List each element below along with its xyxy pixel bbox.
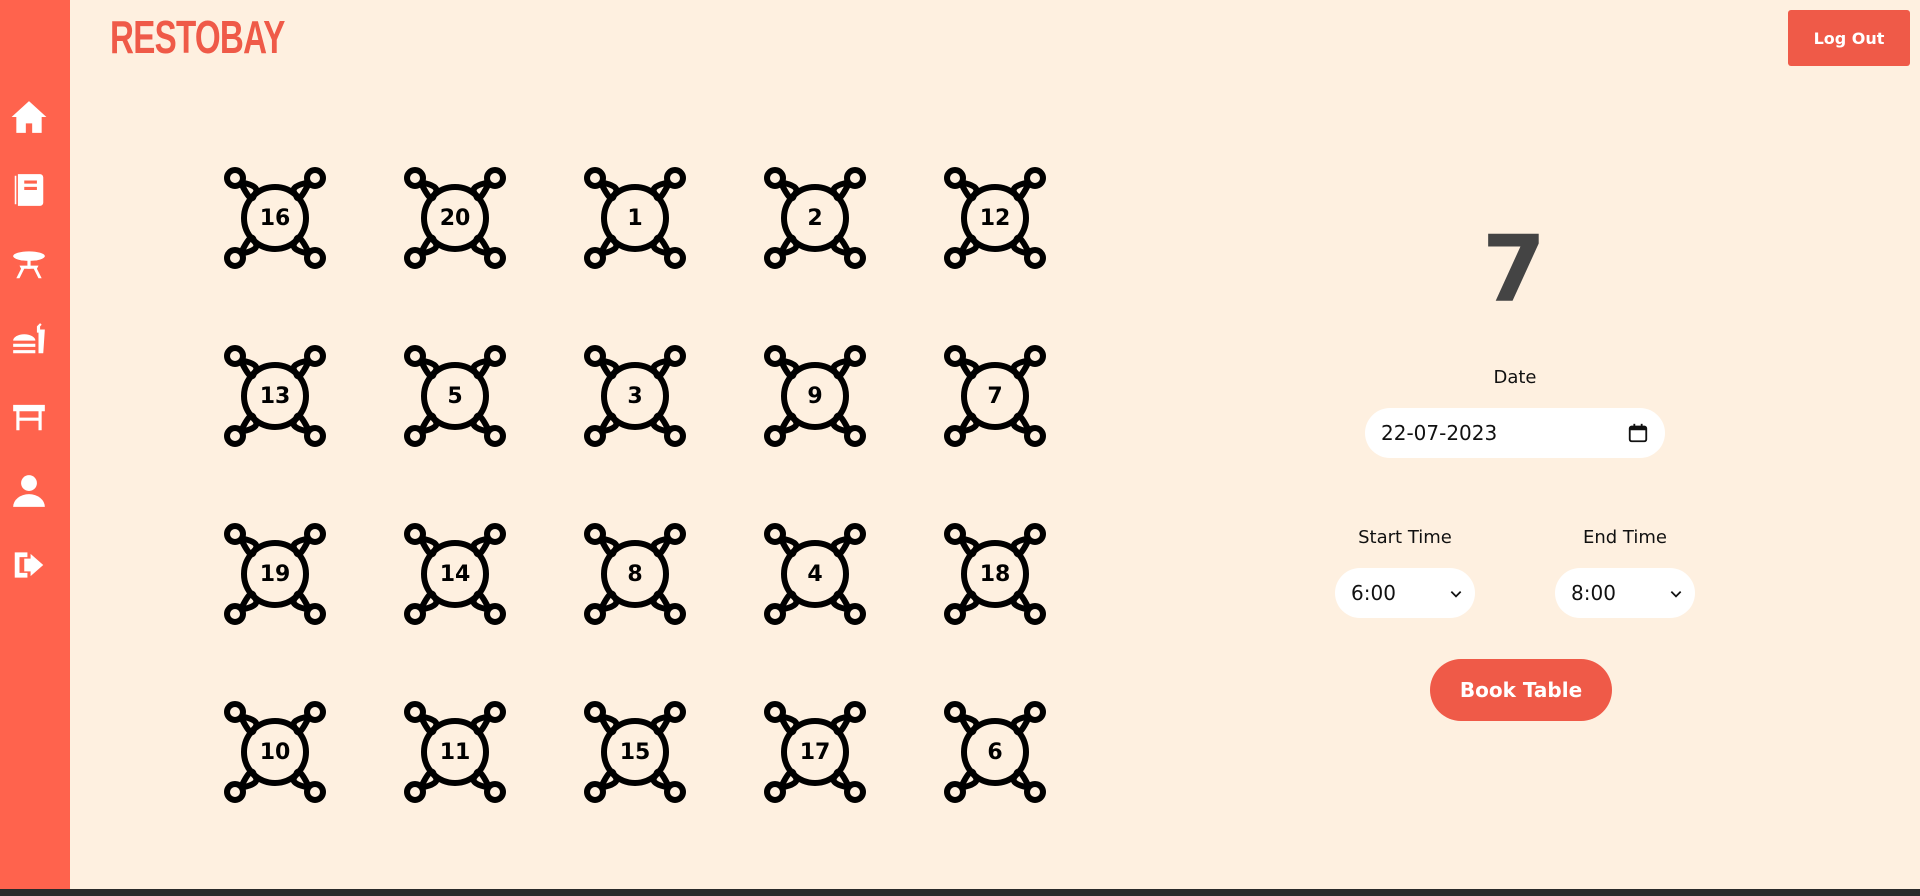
table-number: 14	[439, 561, 471, 587]
table-item[interactable]: 3	[582, 343, 688, 449]
table-item[interactable]: 13	[222, 343, 328, 449]
table-item[interactable]: 6	[942, 699, 1048, 805]
table-item[interactable]: 1	[582, 165, 688, 271]
menu-book-icon[interactable]	[10, 171, 48, 209]
start-time-label: Start Time	[1358, 527, 1452, 548]
table-item[interactable]: 14	[402, 521, 508, 627]
table-number: 3	[627, 383, 643, 409]
table-number: 5	[447, 383, 463, 409]
date-input[interactable]: 22-07-2023	[1365, 408, 1665, 458]
table-number: 11	[439, 739, 471, 765]
table-number: 15	[619, 739, 651, 765]
table-item[interactable]: 18	[942, 521, 1048, 627]
sign-out-icon[interactable]	[10, 546, 48, 584]
calendar-icon[interactable]	[1627, 422, 1649, 444]
chevron-down-icon	[1670, 591, 1682, 598]
table-item[interactable]: 7	[942, 343, 1048, 449]
start-time-value: 6:00	[1351, 581, 1396, 605]
table-item[interactable]: 20	[402, 165, 508, 271]
end-time-select[interactable]: 8:00	[1555, 568, 1695, 618]
table-number: 4	[807, 561, 823, 587]
table-number: 19	[259, 561, 291, 587]
table-number: 17	[799, 739, 831, 765]
bottom-bar	[0, 889, 1920, 896]
table-item[interactable]: 12	[942, 165, 1048, 271]
brand-logo[interactable]: RESTOBAY	[110, 10, 285, 64]
table-item[interactable]: 9	[762, 343, 868, 449]
date-label: Date	[1493, 367, 1537, 388]
user-icon[interactable]	[10, 472, 48, 510]
table-item[interactable]: 4	[762, 521, 868, 627]
table-number: 6	[987, 739, 1003, 765]
table-number: 9	[807, 383, 823, 409]
table-number: 12	[979, 205, 1011, 231]
home-icon[interactable]	[10, 98, 48, 136]
chevron-down-icon	[1450, 591, 1462, 598]
sidebar	[0, 0, 70, 889]
table-number: 18	[979, 561, 1011, 587]
table-item[interactable]: 17	[762, 699, 868, 805]
table-item[interactable]: 8	[582, 521, 688, 627]
table-number: 7	[987, 383, 1003, 409]
table-item[interactable]: 2	[762, 165, 868, 271]
table-number: 16	[259, 205, 291, 231]
table-number: 20	[439, 205, 471, 231]
table-number: 1	[627, 205, 643, 231]
table-item[interactable]: 10	[222, 699, 328, 805]
end-time-label: End Time	[1583, 527, 1667, 548]
dining-table-icon[interactable]	[10, 245, 48, 283]
table-icon[interactable]	[10, 397, 48, 435]
selected-table-number: 7	[1481, 216, 1546, 323]
table-number: 13	[259, 383, 291, 409]
table-item[interactable]: 16	[222, 165, 328, 271]
food-icon[interactable]	[10, 320, 48, 358]
table-number: 10	[259, 739, 291, 765]
start-time-select[interactable]: 6:00	[1335, 568, 1475, 618]
table-item[interactable]: 15	[582, 699, 688, 805]
table-number: 8	[627, 561, 643, 587]
table-item[interactable]: 11	[402, 699, 508, 805]
table-item[interactable]: 19	[222, 521, 328, 627]
end-time-value: 8:00	[1571, 581, 1616, 605]
date-value: 22-07-2023	[1381, 421, 1498, 445]
table-number: 2	[807, 205, 823, 231]
book-table-button[interactable]: Book Table	[1430, 659, 1612, 721]
table-item[interactable]: 5	[402, 343, 508, 449]
logout-button[interactable]: Log Out	[1788, 10, 1910, 66]
